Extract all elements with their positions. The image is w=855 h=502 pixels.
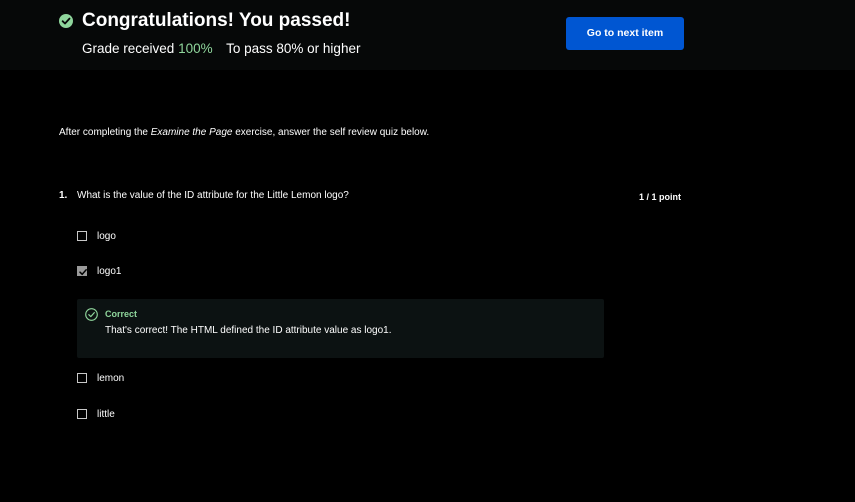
- question-points: 1 / 1 point: [639, 192, 682, 202]
- option-logo1[interactable]: logo1: [77, 264, 121, 278]
- exercise-name: Examine the Page: [150, 127, 233, 138]
- feedback-text: That's correct! The HTML defined the ID …: [105, 325, 392, 336]
- instructions-after: exercise, answer the self review quiz be…: [232, 127, 430, 138]
- result-title: Congratulations! You passed!: [82, 10, 351, 31]
- instructions-before: After completing the: [59, 127, 151, 138]
- question-text: What is the value of the ID attribute fo…: [77, 190, 349, 201]
- option-label: little: [97, 408, 115, 420]
- option-lemon[interactable]: lemon: [77, 371, 124, 385]
- grade-value: 100%: [178, 41, 213, 56]
- checkbox[interactable]: [77, 409, 87, 419]
- question-number: 1.: [59, 190, 68, 201]
- grade-label: Grade received: [82, 41, 175, 56]
- checkbox[interactable]: [77, 373, 87, 383]
- result-banner: Congratulations! You passed! Grade recei…: [0, 0, 855, 70]
- option-little[interactable]: little: [77, 407, 115, 421]
- option-label: logo: [97, 230, 116, 242]
- option-label: logo1: [97, 265, 122, 277]
- feedback-title: Correct: [105, 309, 138, 319]
- instructions: After completing the Examine the Page ex…: [59, 127, 429, 138]
- check-circle-icon: [59, 14, 73, 28]
- next-item-button[interactable]: Go to next item: [566, 17, 684, 50]
- pass-threshold: To pass 80% or higher: [226, 41, 361, 56]
- option-label: lemon: [97, 372, 125, 384]
- grade-summary: Grade received 100% To pass 80% or highe…: [82, 41, 360, 56]
- feedback-correct: Correct That's correct! The HTML defined…: [77, 299, 604, 358]
- checkbox-checked[interactable]: [77, 266, 87, 276]
- option-logo[interactable]: logo: [77, 229, 116, 243]
- check-circle-outline-icon: [85, 308, 98, 321]
- checkbox[interactable]: [77, 231, 87, 241]
